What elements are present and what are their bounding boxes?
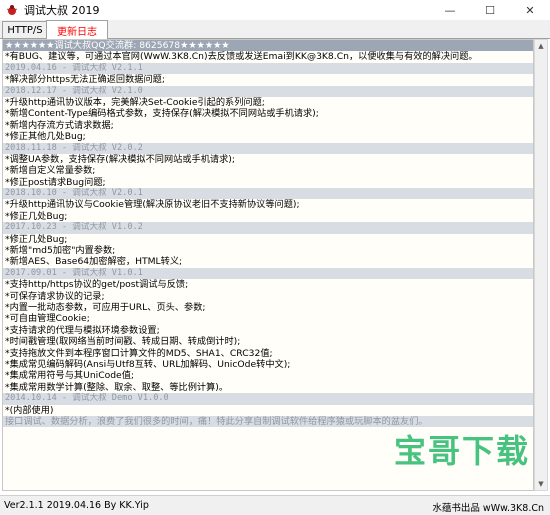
version-row: 2019.04.16 - 调试大叔 V2.1.1 (3, 62, 533, 75)
app-bug-icon (6, 4, 18, 16)
maximize-button[interactable]: ☐ (470, 0, 510, 20)
log-line: *新增Content-Type编码格式参数，支持保存(解决模拟不同网站或手机请求… (5, 108, 319, 120)
author-site-status[interactable]: 水蕴书出品 wWw.3K8.Cn (432, 500, 544, 514)
version-row: 2018.10.10 - 调试大叔 V2.0.1 (3, 188, 533, 200)
tab-bar: HTTP/S 更新日志 (0, 20, 550, 39)
scroll-down-arrow-icon[interactable]: ▼ (535, 478, 547, 490)
log-line: *支持拖放文件到本程序窗口计算文件的MD5、SHA1、CRC32值; (5, 347, 273, 359)
log-line: *解决部分https无法正确返回数据问题; (5, 74, 165, 86)
window-title: 调试大叔 2019 (24, 4, 100, 17)
log-line: *新增AES、Base64加密解密，HTML转义; (5, 256, 183, 268)
log-line: *新增"md5加密"内置参数; (5, 245, 116, 257)
log-line: *修正post请求Bug问题; (5, 176, 106, 188)
log-line: *修正其他几处Bug; (5, 131, 86, 143)
title-bar: 调试大叔 2019 — ☐ ✕ (0, 0, 550, 20)
version-row: 2017.10.23 - 调试大叔 V1.0.2 (3, 222, 533, 234)
log-line: *(内部使用) (5, 404, 54, 416)
log-line: *新增自定义常量参数; (5, 165, 96, 177)
changelog-panel[interactable]: ★★★★★★调试大叔QQ交流群: 8625678★★★★★★ *有BUG、建议等… (2, 39, 534, 491)
log-line: *时间戳管理(取网络当前时间戳、转成日期、转成倒计时); (5, 336, 241, 348)
log-line: *内置一批动态参数，可应用于URL、页头、参数; (5, 301, 206, 313)
log-line: *支持http/https协议的get/post调试与反馈; (5, 279, 189, 291)
log-footer-note: 接口调试、数据分析，浪费了我们很多的时间，痛！特此分享自制调试软件给程序猿或玩脚… (3, 415, 533, 428)
log-line: *可自由管理Cookie; (5, 313, 90, 325)
tab-https[interactable]: HTTP/S (2, 21, 48, 38)
log-line: *支持请求的代理与模拟环境参数设置; (5, 324, 160, 336)
version-row: 2014.10.14 - 调试大叔 Demo V1.0.0 (3, 393, 533, 405)
status-bar: Ver2.1.1 2019.04.16 By KK.Yip 水蕴书出品 wWw.… (0, 495, 550, 515)
log-line: *可保存请求协议的记录; (5, 290, 105, 302)
version-status: Ver2.1.1 2019.04.16 By KK.Yip (4, 500, 149, 511)
log-line: *升级http通讯协议与Cookie管理(解决原协议老旧不支持新协议等问题); (5, 199, 300, 211)
log-line: *集成常见编码解码(Ansi与Utf8互转、URL加解码、UnicOde转中文)… (5, 358, 291, 370)
log-line: *有BUG、建议等，可通过本官网(WwW.3K8.Cn)去反馈或发送Emai到K… (5, 51, 478, 63)
log-line: *调整UA参数，支持保存(解决模拟不同网站或手机请求); (5, 153, 235, 165)
scroll-up-arrow-icon[interactable]: ▲ (535, 40, 547, 52)
vertical-scrollbar[interactable]: ▲ ▼ (534, 39, 548, 491)
window-controls: — ☐ ✕ (430, 0, 550, 20)
log-line: *新增内存流方式请求数据; (5, 119, 114, 131)
log-line: *升级http通讯协议版本，完美解决Set-Cookie引起的系列问题; (5, 96, 265, 108)
version-row: 2017.09.01 - 调试大叔 V1.0.1 (3, 267, 533, 280)
version-row: 2018.12.17 - 调试大叔 V2.1.0 (3, 85, 533, 97)
log-line: *修正几处Bug; (5, 210, 68, 222)
version-row: 2018.11.18 - 调试大叔 V2.0.2 (3, 142, 533, 154)
log-line: *修正几处Bug; (5, 233, 68, 245)
log-line: *集成常用符号与其UniCode值; (5, 370, 134, 382)
minimize-button[interactable]: — (430, 0, 470, 20)
close-button[interactable]: ✕ (510, 0, 550, 20)
tab-changelog[interactable]: 更新日志 (46, 20, 108, 39)
log-header-row: ★★★★★★调试大叔QQ交流群: 8625678★★★★★★ (3, 40, 533, 52)
log-line: *集成常用数学计算(整除、取余、取整、等比例计算)。 (5, 381, 229, 393)
